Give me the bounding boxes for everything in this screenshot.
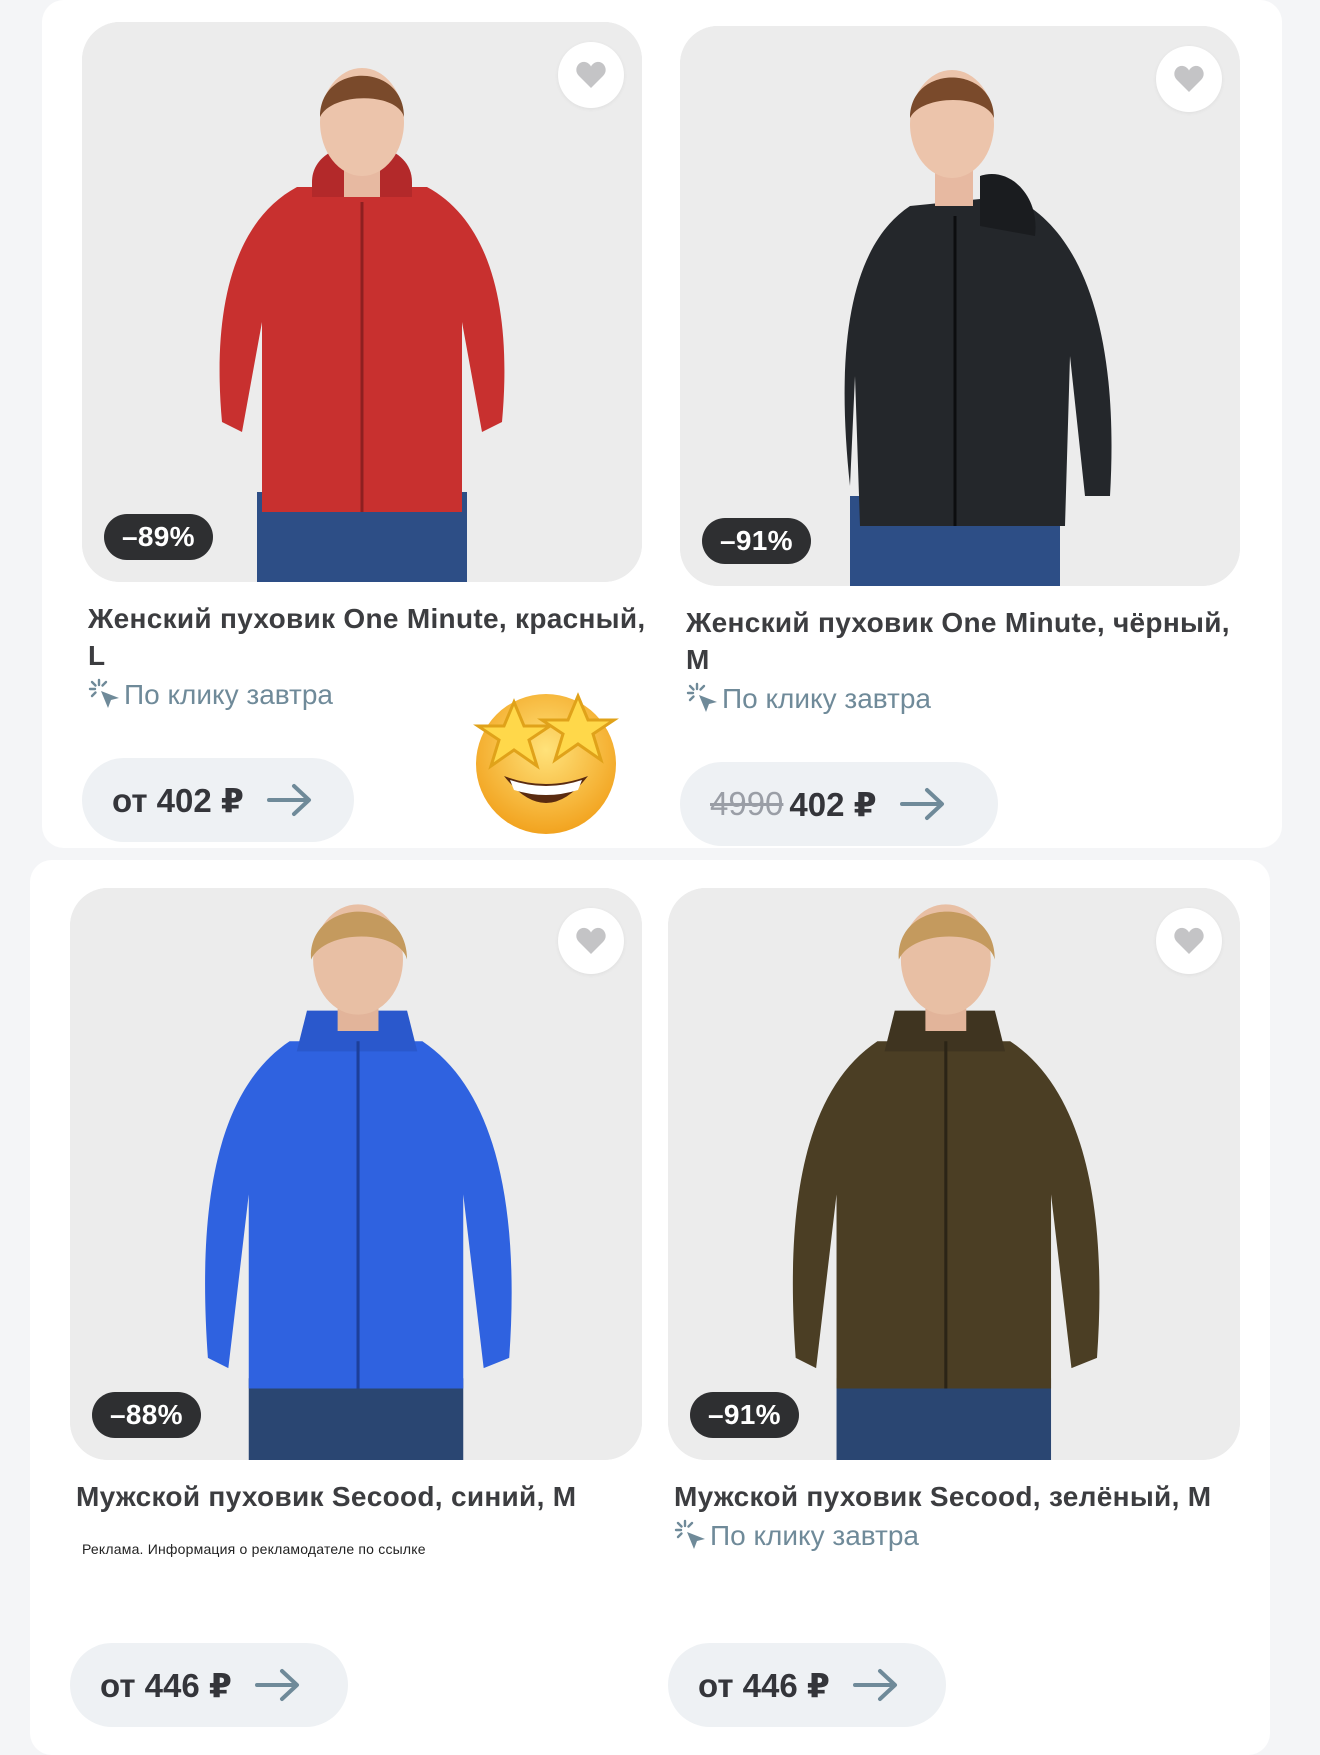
sparkle-cursor-icon bbox=[686, 682, 717, 712]
price-text: от 446 ₽ bbox=[698, 1666, 830, 1704]
discount-badge: –89% bbox=[104, 514, 213, 560]
product-card[interactable]: –89% Женский пуховик One Minute, красный… bbox=[82, 22, 645, 714]
discount-badge: –91% bbox=[690, 1392, 799, 1438]
delivery-text: По клику завтра bbox=[124, 679, 334, 710]
product-photo[interactable]: –91% bbox=[668, 888, 1240, 1460]
product-title[interactable]: Женский пуховик One Minute, красный, L bbox=[88, 600, 648, 674]
favorite-button[interactable] bbox=[1156, 908, 1222, 974]
heart-icon bbox=[576, 61, 606, 88]
product-card[interactable]: –88% Мужской пуховик Secood, синий, M Ре… bbox=[70, 888, 642, 1557]
discount-badge: –88% bbox=[92, 1392, 201, 1438]
product-photo[interactable]: –91% bbox=[680, 26, 1240, 586]
product-grid-screen: –89% Женский пуховик One Minute, красный… bbox=[0, 0, 1320, 1755]
delivery-text: По клику завтра bbox=[722, 683, 932, 714]
product-photo[interactable]: –89% bbox=[82, 22, 642, 582]
arrow-right-icon bbox=[266, 784, 311, 816]
arrow-right-icon bbox=[899, 788, 944, 820]
product-image bbox=[70, 888, 642, 1460]
heart-icon bbox=[1174, 927, 1204, 954]
product-title[interactable]: Женский пуховик One Minute, чёрный, M bbox=[686, 604, 1246, 678]
favorite-button[interactable] bbox=[1156, 46, 1222, 112]
arrow-right-icon bbox=[852, 1669, 897, 1701]
sparkle-cursor-icon bbox=[88, 678, 119, 708]
price-button[interactable]: от 446 ₽ bbox=[70, 1643, 348, 1727]
product-image bbox=[668, 888, 1240, 1460]
delivery-info: По клику завтра bbox=[686, 680, 1240, 718]
price-text: от 446 ₽ bbox=[100, 1666, 232, 1704]
ad-disclaimer[interactable]: Реклама. Информация о рекламодателе по с… bbox=[82, 1541, 630, 1557]
price-button[interactable]: от 402 ₽ bbox=[82, 758, 354, 842]
product-card[interactable]: –91% Мужской пуховик Secood, зелёный, M … bbox=[668, 888, 1240, 1555]
price-button[interactable]: от 446 ₽ bbox=[668, 1643, 946, 1727]
price-text: от 402 ₽ bbox=[112, 781, 244, 819]
price-text: 402 ₽ bbox=[789, 785, 877, 823]
product-image bbox=[680, 26, 1240, 586]
product-card[interactable]: –91% Женский пуховик One Minute, чёрный,… bbox=[680, 26, 1240, 718]
product-image bbox=[82, 22, 642, 582]
product-title[interactable]: Мужской пуховик Secood, синий, M bbox=[76, 1478, 656, 1515]
favorite-button[interactable] bbox=[558, 42, 624, 108]
favorite-button[interactable] bbox=[558, 908, 624, 974]
product-photo[interactable]: –88% bbox=[70, 888, 642, 1460]
heart-icon bbox=[1174, 65, 1204, 92]
discount-badge: –91% bbox=[702, 518, 811, 564]
delivery-info: По клику завтра bbox=[674, 1517, 1228, 1555]
old-price: 4990 bbox=[710, 785, 784, 822]
delivery-text: По клику завтра bbox=[710, 1520, 920, 1551]
price-button[interactable]: 4990 402 ₽ bbox=[680, 762, 998, 846]
star-struck-emoji bbox=[473, 692, 619, 834]
product-title[interactable]: Мужской пуховик Secood, зелёный, M bbox=[674, 1478, 1244, 1515]
arrow-right-icon bbox=[254, 1669, 299, 1701]
heart-icon bbox=[576, 927, 606, 954]
sparkle-cursor-icon bbox=[674, 1519, 705, 1549]
